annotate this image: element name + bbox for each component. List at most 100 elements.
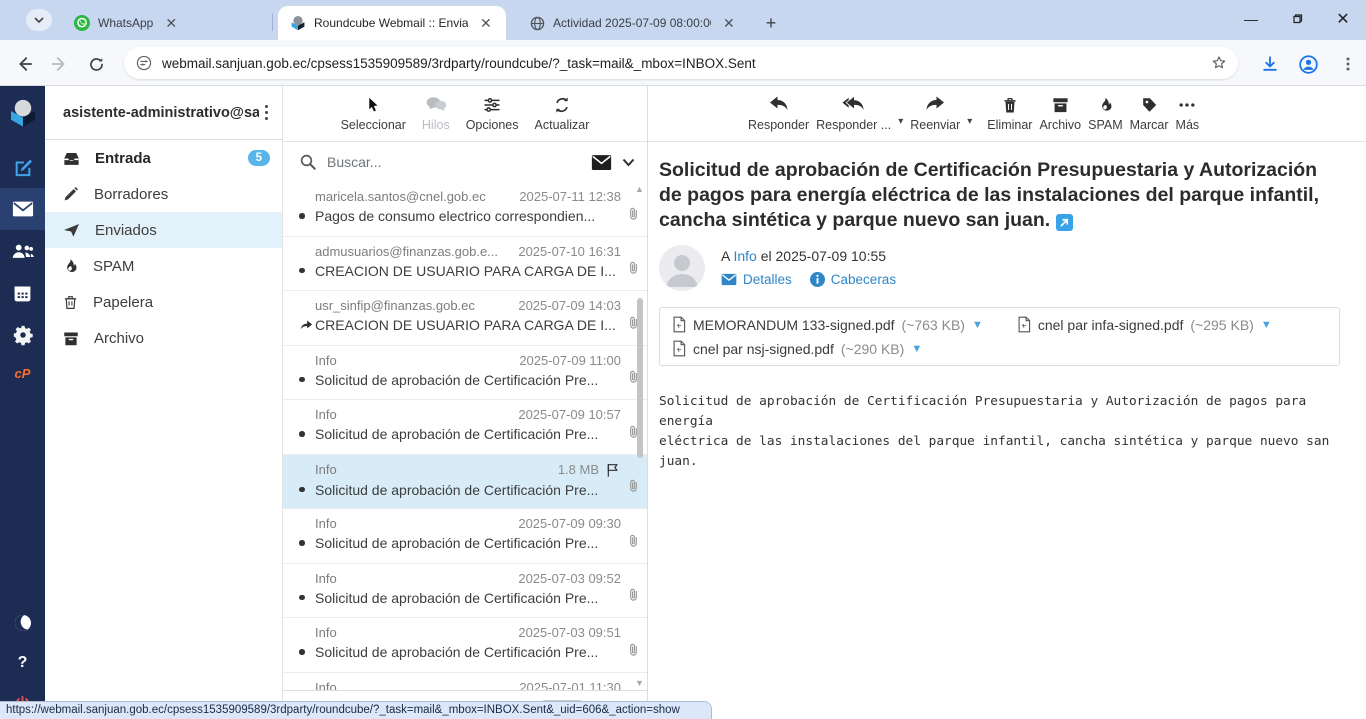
reply-button[interactable]: Responder (748, 95, 809, 132)
threads-button[interactable]: Hilos (422, 95, 450, 132)
address-bar[interactable]: webmail.sanjuan.gob.ec/cpsess1535909589/… (124, 47, 1238, 79)
reply-all-icon (841, 95, 867, 115)
refresh-button[interactable]: Actualizar (535, 95, 590, 132)
tab-roundcube[interactable]: Roundcube Webmail :: Enviados ✕ (278, 6, 506, 40)
select-button[interactable]: Seleccionar (341, 95, 406, 132)
tab-close-icon[interactable]: ✕ (165, 15, 177, 32)
pdf-icon (672, 316, 686, 333)
profile-button[interactable] (1296, 52, 1320, 76)
message-row[interactable]: Info 2025-07-01 11:30 Solicitud de aprob… (283, 673, 647, 691)
unread-dot[interactable] (299, 595, 305, 601)
attachment-chip[interactable]: cnel par infa-signed.pdf (~295 KB) ▼ (1017, 316, 1272, 333)
mail-nav-button[interactable] (0, 188, 45, 230)
close-button[interactable]: ✕ (1320, 0, 1366, 38)
folder-borradores[interactable]: Borradores (45, 176, 282, 212)
unread-dot[interactable] (299, 213, 305, 219)
reply-all-button[interactable]: Responder ... (816, 95, 891, 132)
message-subject: Solicitud de aprobación de Certificación… (315, 482, 621, 498)
dark-mode-toggle[interactable] (0, 602, 45, 644)
minimize-button[interactable]: — (1228, 0, 1274, 38)
message-row[interactable]: usr_sinfip@finanzas.gob.ec 2025-07-09 14… (283, 291, 647, 346)
globe-icon (530, 16, 545, 31)
folder-archivo[interactable]: Archivo (45, 320, 282, 356)
search-options-chevron-icon[interactable] (622, 158, 635, 167)
back-button[interactable] (12, 52, 36, 76)
account-header[interactable]: asistente-administrativo@sa... (45, 86, 282, 140)
unread-dot[interactable] (299, 268, 305, 274)
unread-dot[interactable] (299, 649, 305, 655)
more-button[interactable]: Más (1176, 95, 1200, 132)
message-row[interactable]: Info 2025-07-03 09:51 Solicitud de aprob… (283, 618, 647, 673)
attachment-chip[interactable]: cnel par nsj-signed.pdf (~290 KB) ▼ (672, 340, 922, 357)
unread-dot[interactable] (299, 377, 305, 383)
settings-nav-button[interactable] (0, 314, 45, 356)
folder-panel: asistente-administrativo@sa... Entrada 5… (45, 86, 283, 719)
search-placeholder[interactable]: Buscar... (327, 154, 581, 170)
help-button[interactable]: ? (0, 642, 45, 684)
recipient-link[interactable]: Info (733, 248, 756, 264)
url-text[interactable]: webmail.sanjuan.gob.ec/cpsess1535909589/… (162, 56, 1210, 71)
scrollbar-thumb[interactable] (637, 298, 643, 458)
message-row[interactable]: maricela.santos@cnel.gob.ec 2025-07-11 1… (283, 182, 647, 237)
folder-spam[interactable]: SPAM (45, 248, 282, 284)
tab-close-icon[interactable]: ✕ (480, 15, 492, 32)
options-button[interactable]: Opciones (466, 95, 519, 132)
attachment-chip[interactable]: MEMORANDUM 133-signed.pdf (~763 KB) ▼ (672, 316, 983, 333)
forward-button[interactable]: Reenviar (910, 95, 960, 132)
message-sender: Info (315, 407, 518, 422)
contacts-nav-button[interactable] (0, 230, 45, 272)
scroll-down-icon[interactable]: ▼ (635, 678, 644, 688)
account-menu-icon[interactable] (259, 101, 275, 125)
site-settings-icon[interactable] (136, 55, 152, 71)
calendar-nav-button[interactable] (0, 272, 45, 314)
tab-search-button[interactable] (26, 9, 52, 31)
message-row[interactable]: Info 2025-07-03 09:52 Solicitud de aprob… (283, 564, 647, 619)
scope-envelope-icon[interactable] (591, 154, 612, 171)
archive-button[interactable]: Archivo (1039, 95, 1081, 132)
folder-enviados[interactable]: Enviados (45, 212, 282, 248)
unread-dot[interactable] (299, 487, 305, 493)
search-bar[interactable]: Buscar... (283, 142, 647, 182)
mark-button[interactable]: Marcar (1130, 95, 1169, 132)
open-in-new-window-icon[interactable] (1056, 214, 1073, 231)
unread-dot[interactable] (299, 540, 305, 546)
message-row[interactable]: admusuarios@finanzas.gob.e... 2025-07-10… (283, 237, 647, 292)
forward-menu-caret[interactable]: ▾ (967, 116, 972, 127)
delete-button[interactable]: Eliminar (987, 95, 1032, 132)
headers-toggle[interactable]: Cabeceras (810, 272, 896, 287)
new-tab-button[interactable]: + (758, 10, 784, 36)
forward-button[interactable] (48, 52, 72, 76)
attachment-menu-caret[interactable]: ▼ (911, 343, 922, 355)
compose-button[interactable] (0, 146, 45, 188)
attachment-menu-caret[interactable]: ▼ (1261, 319, 1272, 331)
tab-whatsapp[interactable]: WhatsApp ✕ (62, 6, 270, 40)
folder-papelera[interactable]: Papelera (45, 284, 282, 320)
tab-close-icon[interactable]: ✕ (723, 15, 735, 32)
message-date: 2025-07-11 12:38 (519, 189, 621, 204)
unread-dot[interactable] (299, 431, 305, 437)
restore-button[interactable] (1274, 0, 1320, 38)
search-icon (299, 153, 317, 171)
cpanel-link[interactable]: cP (0, 352, 45, 394)
details-toggle[interactable]: Detalles (721, 272, 792, 287)
flag-icon[interactable] (605, 462, 621, 478)
tab-actividad[interactable]: Actividad 2025-07-09 08:00:00 ✕ (518, 6, 746, 40)
mail-toolbar: Responder Responder ... ▾ Reenviar ▾ Eli… (648, 86, 1366, 142)
message-subject: Pagos de consumo electrico correspondien… (315, 208, 621, 224)
message-row[interactable]: Info 2025-07-09 09:30 Solicitud de aprob… (283, 509, 647, 564)
message-row[interactable]: Info 1.8 MB Solicitud de aprobación de C… (283, 455, 647, 510)
tab-title: Roundcube Webmail :: Enviados (314, 16, 468, 30)
tag-icon (1140, 95, 1159, 115)
folder-entrada[interactable]: Entrada 5 (45, 140, 282, 176)
reload-button[interactable] (84, 52, 108, 76)
message-row[interactable]: Info 2025-07-09 10:57 Solicitud de aprob… (283, 400, 647, 455)
list-scrollbar[interactable]: ▲ ▼ (634, 184, 646, 688)
bookmark-star-icon[interactable] (1210, 54, 1228, 72)
scroll-up-icon[interactable]: ▲ (635, 184, 644, 194)
spam-button[interactable]: SPAM (1088, 95, 1123, 132)
browser-menu-button[interactable] (1336, 52, 1360, 76)
reply-all-menu-caret[interactable]: ▾ (898, 116, 903, 127)
message-row[interactable]: Info 2025-07-09 11:00 Solicitud de aprob… (283, 346, 647, 401)
downloads-button[interactable] (1258, 52, 1282, 76)
attachment-menu-caret[interactable]: ▼ (972, 319, 983, 331)
